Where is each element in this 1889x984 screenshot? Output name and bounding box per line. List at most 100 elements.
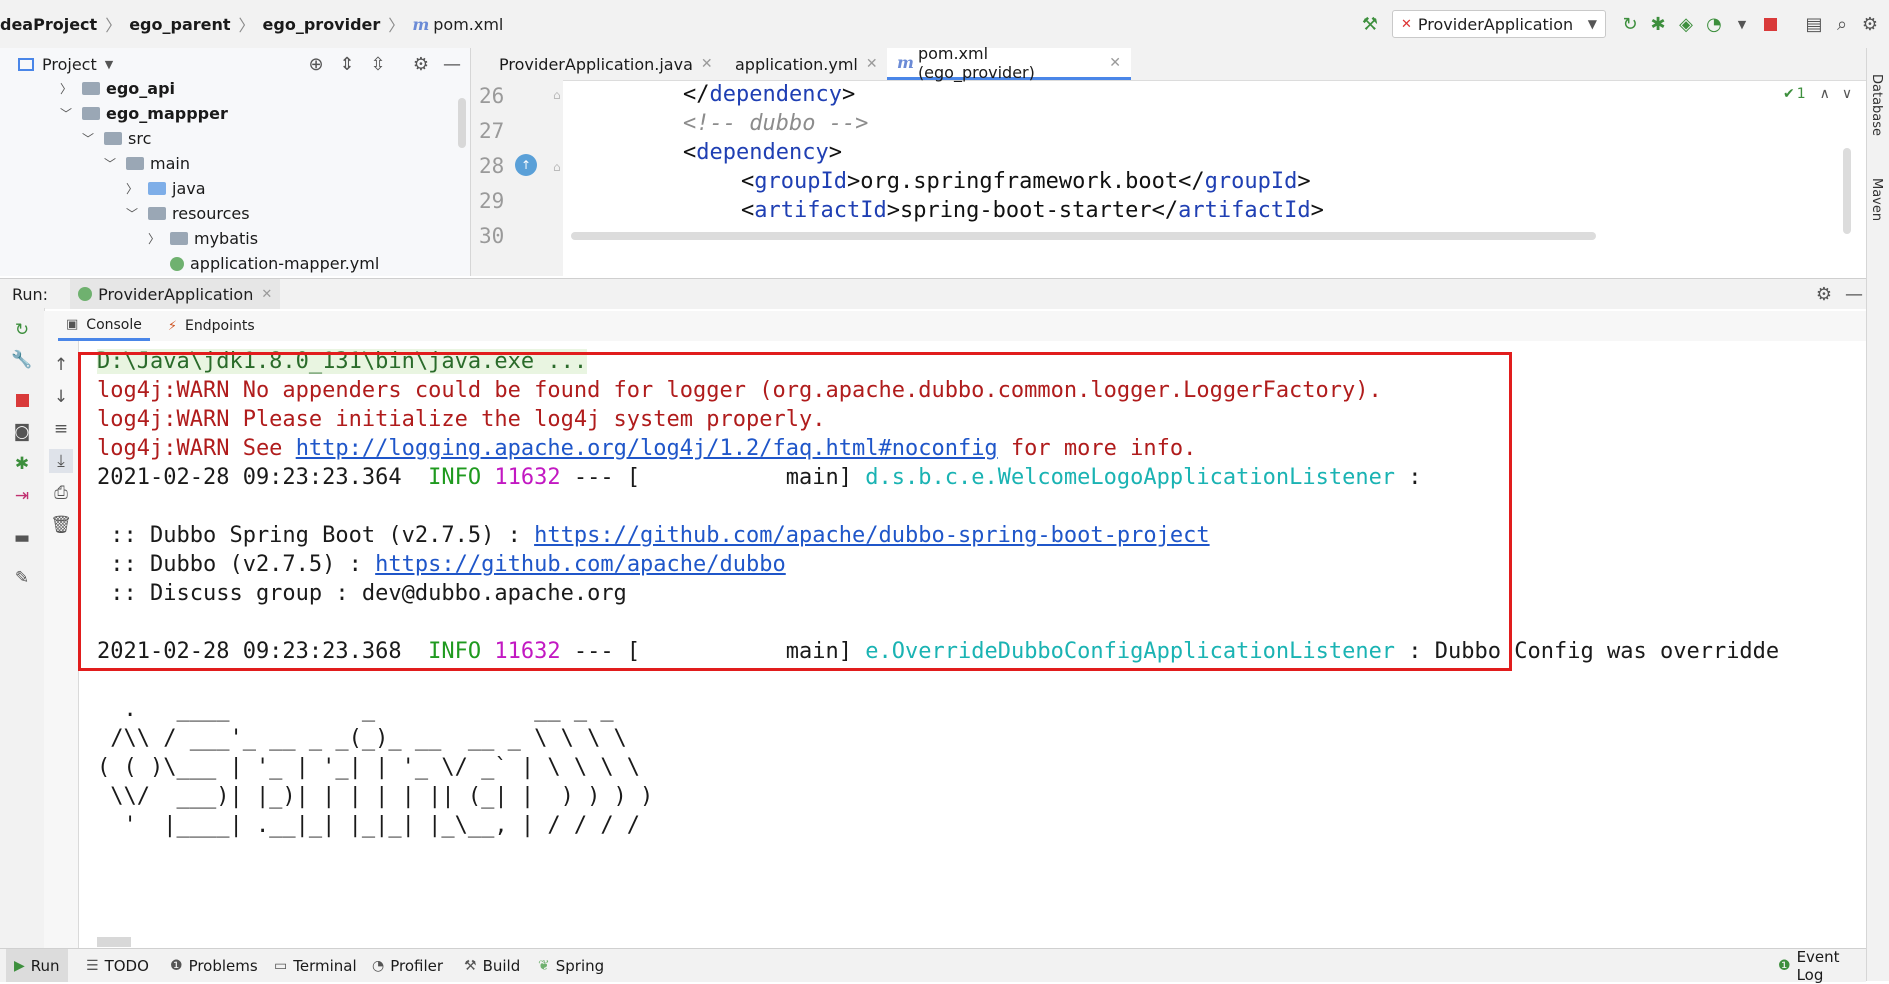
close-icon[interactable]: ✕: [701, 56, 713, 72]
tree-item-application-mapper-yml[interactable]: application-mapper.yml: [170, 251, 379, 276]
run-configuration-select[interactable]: ✕ ProviderApplication ▼: [1392, 10, 1606, 38]
code-line-30[interactable]: <artifactId>spring-boot-starter</artifac…: [741, 198, 1324, 223]
profiler-tool-button[interactable]: ◔ Profiler: [372, 949, 443, 982]
project-panel-title[interactable]: Project: [42, 55, 97, 74]
log-pid: 11632: [494, 465, 561, 490]
rerun-icon[interactable]: ↻: [10, 318, 34, 342]
build-hammer-icon[interactable]: ⚒: [1356, 10, 1384, 38]
trash-icon[interactable]: 🗑: [49, 513, 73, 537]
tab-application-yml[interactable]: application.yml ✕: [719, 48, 883, 80]
code-token: >: [1297, 169, 1311, 194]
tab-endpoints[interactable]: ⚡ Endpoints: [160, 311, 263, 341]
editor-horizontal-scrollbar[interactable]: [571, 232, 1596, 240]
tree-item-ego-api[interactable]: 〉 ego_api: [58, 76, 175, 101]
search-everywhere-icon[interactable]: ⌕: [1828, 10, 1856, 38]
tree-item-java[interactable]: 〉 java: [124, 176, 206, 201]
collapse-all-icon[interactable]: ⇳: [364, 50, 392, 78]
dubbo-spring-boot-link[interactable]: https://github.com/apache/dubbo-spring-b…: [534, 523, 1210, 548]
banner-line: ( ( )\___ | '_ | '_| | '_ \/ _` | \ \ \ …: [97, 755, 641, 780]
terminal-tool-button[interactable]: ▭ Terminal: [274, 949, 357, 982]
project-structure-icon[interactable]: ▤: [1800, 10, 1828, 38]
settings-icon[interactable]: ⚙: [1856, 10, 1884, 38]
console-log-line: 2021-02-28 09:23:23.364 INFO 11632 --- […: [97, 465, 1422, 490]
code-line-29[interactable]: <groupId>org.springframework.boot</group…: [741, 169, 1311, 194]
tree-item-main[interactable]: ﹀ main: [102, 151, 190, 176]
chevron-down-icon[interactable]: ∨: [1842, 86, 1852, 102]
run-config-tab[interactable]: ProviderApplication ✕: [70, 279, 281, 309]
console-text: for more info.: [997, 436, 1197, 461]
todo-tool-button[interactable]: ☰ TODO: [86, 949, 149, 982]
tab-provider-application-java[interactable]: ProviderApplication.java ✕: [483, 48, 713, 80]
log-pid: 11632: [494, 639, 561, 664]
project-scrollbar[interactable]: [458, 98, 466, 148]
rerun-icon[interactable]: ↻: [1616, 10, 1644, 38]
coverage-icon[interactable]: ◈: [1672, 10, 1700, 38]
code-line-28[interactable]: <dependency>: [683, 140, 842, 165]
debug-icon[interactable]: ✱: [10, 452, 34, 476]
chevron-down-icon[interactable]: ▼: [105, 58, 113, 71]
tree-item-label: ego_api: [106, 79, 176, 98]
editor-tabs: ProviderApplication.java ✕ application.y…: [471, 44, 1866, 82]
settings-icon[interactable]: ⚙: [1810, 280, 1838, 308]
database-tool-button[interactable]: Database: [1869, 74, 1884, 136]
print-icon[interactable]: ⎙: [49, 481, 73, 505]
expand-all-icon[interactable]: ⇕: [333, 50, 361, 78]
breadcrumb-separator: 〉: [238, 16, 255, 35]
chevron-down-icon: ﹀: [103, 157, 116, 171]
maven-dependency-icon[interactable]: ↑: [515, 154, 537, 176]
console-horizontal-scrollbar[interactable]: [97, 937, 131, 947]
arrow-up-icon[interactable]: ↑: [49, 353, 73, 377]
tab-console[interactable]: ▣ Console: [58, 311, 150, 341]
code-token: </: [683, 82, 710, 107]
console-output[interactable]: D:\Java\jdk1.8.0_131\bin\java.exe ... lo…: [79, 341, 1866, 948]
breadcrumb-project[interactable]: deaProject: [0, 15, 97, 34]
breadcrumb-parent[interactable]: ego_parent: [129, 15, 230, 34]
event-log-button[interactable]: ❶ Event Log: [1778, 948, 1866, 984]
tree-item-resources[interactable]: ﹀ resources: [124, 201, 250, 226]
breadcrumb-module[interactable]: ego_provider: [263, 15, 381, 34]
stop-icon[interactable]: [10, 388, 34, 412]
tree-item-ego-mappper[interactable]: ﹀ ego_mappper: [58, 101, 228, 126]
hide-panel-icon[interactable]: —: [438, 50, 466, 78]
profiler-icon[interactable]: ◔: [1700, 10, 1728, 38]
console-dubbo-line: :: Discuss group : dev@dubbo.apache.org: [97, 581, 627, 606]
log-level: INFO: [428, 465, 482, 490]
close-icon[interactable]: ✕: [261, 287, 272, 302]
chevron-up-icon[interactable]: ∧: [1820, 86, 1830, 102]
chevron-down-icon[interactable]: ▼: [1728, 10, 1756, 38]
maven-tool-button[interactable]: Maven: [1869, 178, 1884, 221]
problems-tool-button[interactable]: ❶ Problems: [170, 949, 258, 982]
pin-icon[interactable]: ✎: [10, 566, 34, 590]
fold-marker-icon[interactable]: ⌂: [553, 88, 561, 102]
debug-icon[interactable]: ✱: [1644, 10, 1672, 38]
code-line-27[interactable]: <!-- dubbo -->: [683, 111, 868, 136]
code-token: >: [846, 169, 861, 194]
tab-pom-xml[interactable]: m pom.xml (ego_provider) ✕: [887, 44, 1131, 82]
arrow-down-icon[interactable]: ↓: [49, 385, 73, 409]
camera-icon[interactable]: ◙: [10, 420, 34, 444]
editor-vertical-scrollbar[interactable]: [1843, 148, 1851, 234]
tree-item-mybatis[interactable]: 〉 mybatis: [146, 226, 258, 251]
run-tool-button[interactable]: ▶ Run: [6, 949, 68, 982]
inspection-widget[interactable]: ✔ 1 ∧ ∨: [1783, 86, 1852, 102]
wrench-icon[interactable]: 🔧: [10, 348, 34, 372]
code-line-26[interactable]: </dependency>: [683, 82, 855, 107]
stop-icon[interactable]: [1756, 10, 1784, 38]
log4j-faq-link[interactable]: http://logging.apache.org/log4j/1.2/faq.…: [296, 436, 998, 461]
dubbo-link[interactable]: https://github.com/apache/dubbo: [375, 552, 786, 577]
settings-icon[interactable]: ⚙: [407, 50, 435, 78]
breadcrumb-separator: 〉: [388, 16, 405, 35]
hide-panel-icon[interactable]: —: [1840, 280, 1868, 308]
layout-icon[interactable]: ▬: [10, 526, 34, 550]
close-icon[interactable]: ✕: [1109, 55, 1121, 71]
close-icon[interactable]: ✕: [866, 56, 878, 72]
tree-item-src[interactable]: ﹀ src: [80, 126, 151, 151]
exit-icon[interactable]: ⇥: [10, 484, 34, 508]
locate-file-icon[interactable]: ⊕: [302, 50, 330, 78]
breadcrumb-file[interactable]: pom.xml: [433, 15, 503, 34]
spring-tool-button[interactable]: ❦ Spring: [538, 949, 604, 982]
build-tool-button[interactable]: ⚒ Build: [464, 949, 520, 982]
fold-marker-icon[interactable]: ⌂: [553, 160, 561, 174]
soft-wrap-icon[interactable]: ≡: [49, 417, 73, 441]
scroll-to-end-icon[interactable]: ⤓: [49, 449, 73, 473]
